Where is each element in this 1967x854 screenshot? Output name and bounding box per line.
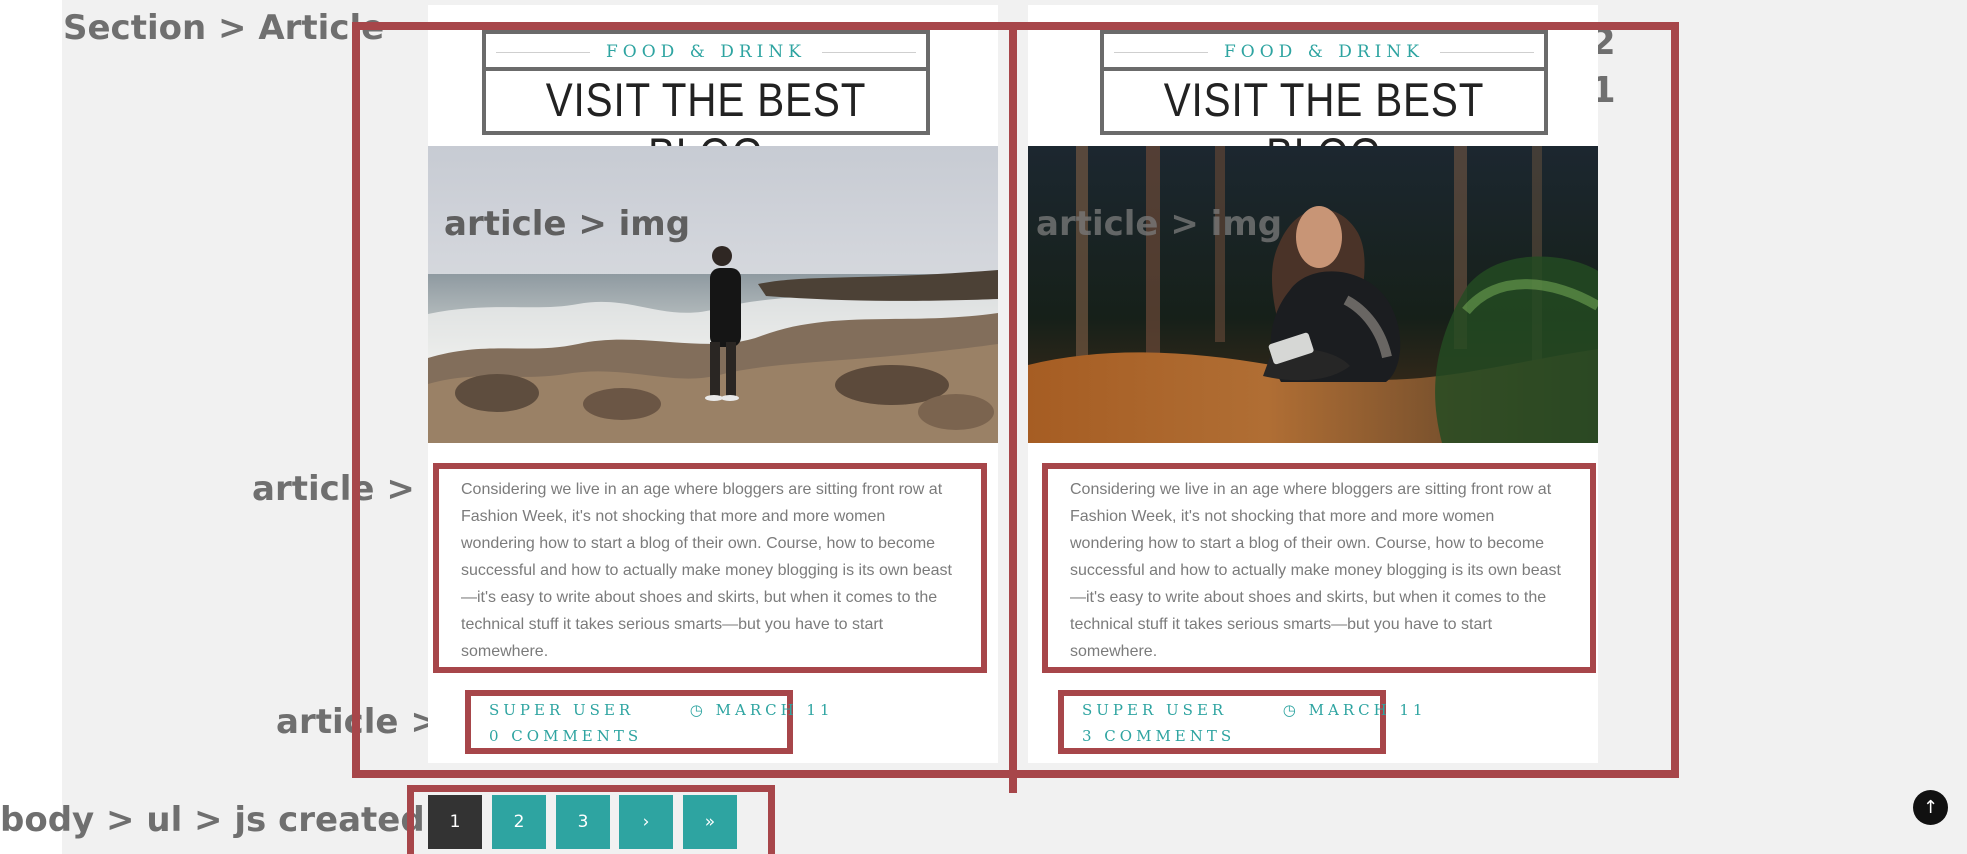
pagination-last[interactable]: »: [683, 795, 737, 849]
pagination-next[interactable]: ›: [619, 795, 673, 849]
pagination-page-3[interactable]: 3: [556, 795, 610, 849]
section-article-label: Section > Article: [63, 8, 385, 48]
pagination-label: body > ul > js created Li: [0, 800, 470, 840]
arrow-up-circle-icon[interactable]: ↑: [1913, 790, 1948, 825]
article-separator-outline: [1009, 22, 1017, 793]
pagination-page-2[interactable]: 2: [492, 795, 546, 849]
pagination-page-1[interactable]: 1: [428, 795, 482, 849]
